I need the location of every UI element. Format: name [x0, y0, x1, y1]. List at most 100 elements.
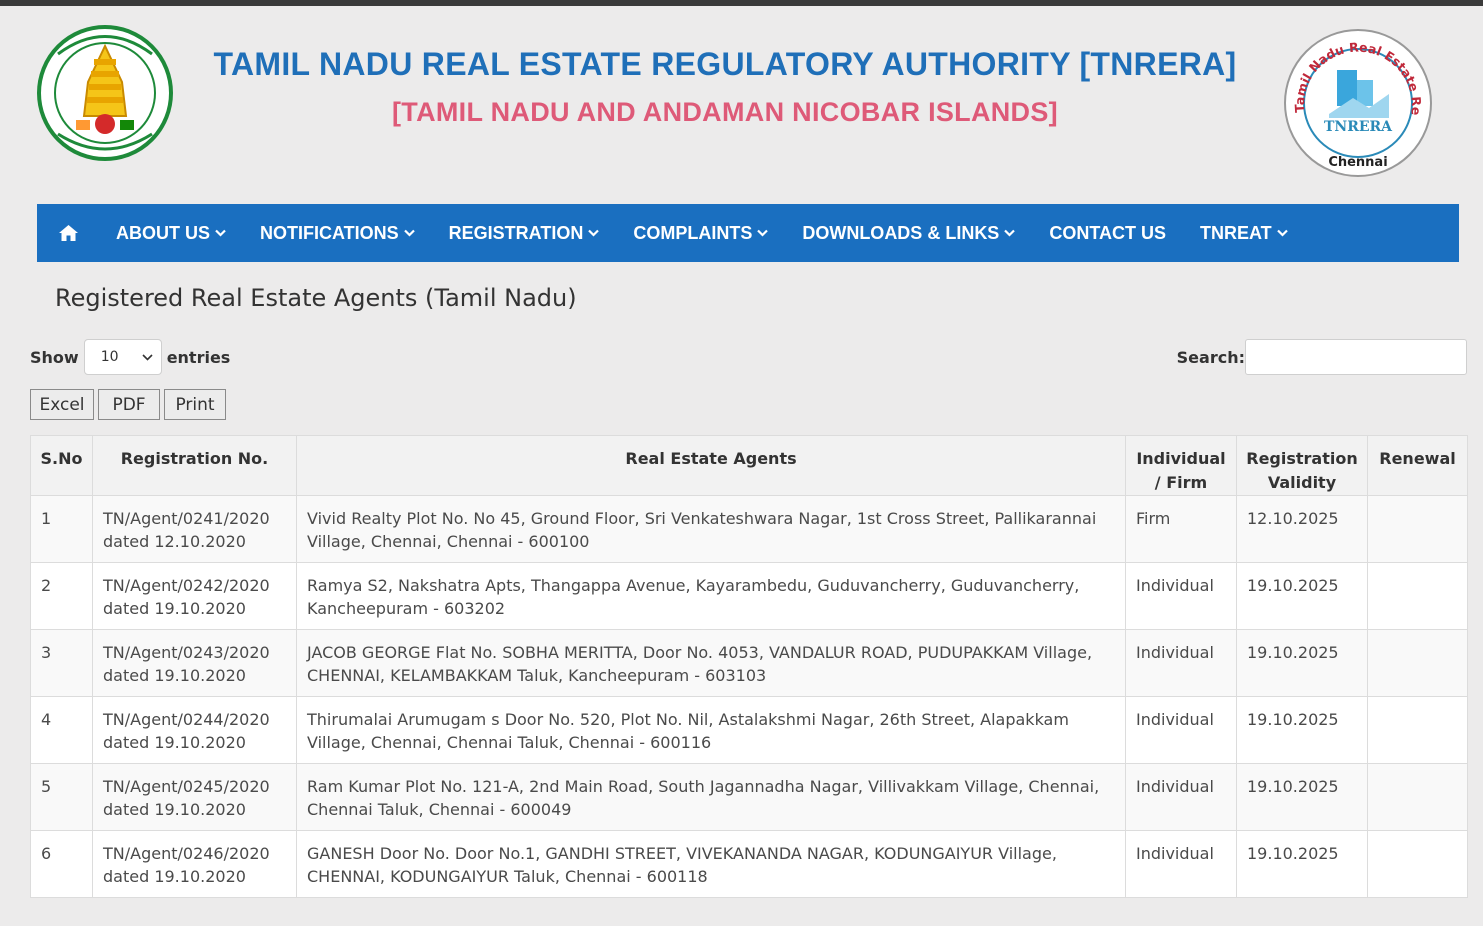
reg-number: TN/Agent/0246/2020	[103, 844, 270, 863]
chevron-down-icon	[1004, 229, 1016, 237]
cell-type: Individual	[1125, 830, 1237, 898]
col-header-individual-firm[interactable]: Individual / Firm	[1125, 435, 1237, 496]
reg-number: TN/Agent/0242/2020	[103, 576, 270, 595]
cell-type: Individual	[1125, 763, 1237, 831]
entries-value: 10	[100, 349, 119, 365]
cell-renewal	[1367, 562, 1468, 630]
chevron-down-icon	[588, 229, 600, 237]
nav-tnreat[interactable]: TNREAT	[1183, 204, 1305, 262]
table-row: 2 TN/Agent/0242/2020 dated 19.10.2020 Ram…	[30, 562, 1468, 630]
entries-select[interactable]: 10	[83, 339, 162, 375]
table-row: 1 TN/Agent/0241/2020 dated 12.10.2020 Viv…	[30, 495, 1468, 563]
cell-sno: 1	[30, 495, 93, 563]
reg-dated: dated 19.10.2020	[103, 599, 246, 618]
cell-renewal	[1367, 696, 1468, 764]
nav-about-us[interactable]: ABOUT US	[99, 204, 243, 262]
tamil-nadu-emblem-logo[interactable]	[36, 24, 174, 162]
reg-number: TN/Agent/0244/2020	[103, 710, 270, 729]
table-row: 4 TN/Agent/0244/2020 dated 19.10.2020 Thi…	[30, 696, 1468, 764]
cell-reg-no: TN/Agent/0243/2020 dated 19.10.2020	[92, 629, 297, 697]
entries-length-control: Show 10 entries	[30, 339, 230, 375]
cell-renewal	[1367, 629, 1468, 697]
cell-reg-no: TN/Agent/0246/2020 dated 19.10.2020	[92, 830, 297, 898]
nav-home-button[interactable]	[37, 204, 99, 262]
cell-validity: 19.10.2025	[1236, 629, 1368, 697]
nav-label: NOTIFICATIONS	[260, 222, 399, 243]
cell-type: Firm	[1125, 495, 1237, 563]
cell-type: Individual	[1125, 629, 1237, 697]
site-header: TAMIL NADU REAL ESTATE REGULATORY AUTHOR…	[0, 6, 1483, 196]
cell-agent: GANESH Door No. Door No.1, GANDHI STREET…	[296, 830, 1126, 898]
cell-renewal	[1367, 763, 1468, 831]
col-header-registration-no[interactable]: Registration No.	[92, 435, 297, 496]
col-header-renewal[interactable]: Renewal	[1367, 435, 1468, 496]
chevron-down-icon	[215, 229, 226, 237]
logo-city-text: Chennai	[1328, 155, 1387, 170]
cell-reg-no: TN/Agent/0245/2020 dated 19.10.2020	[92, 763, 297, 831]
cell-sno: 2	[30, 562, 93, 630]
reg-dated: dated 19.10.2020	[103, 867, 246, 886]
col-header-agents[interactable]: Real Estate Agents	[296, 435, 1126, 496]
nav-label: TNREAT	[1200, 222, 1272, 243]
cell-reg-no: TN/Agent/0242/2020 dated 19.10.2020	[92, 562, 297, 630]
cell-agent: Ramya S2, Nakshatra Apts, Thangappa Aven…	[296, 562, 1126, 630]
cell-validity: 19.10.2025	[1236, 696, 1368, 764]
nav-contact-us[interactable]: CONTACT US	[1032, 204, 1183, 262]
cell-validity: 12.10.2025	[1236, 495, 1368, 563]
search-input[interactable]	[1245, 339, 1467, 375]
tnrera-logo[interactable]: Tamil Nadu Real Estate Regulatory Author…	[1283, 28, 1433, 178]
table-header-row: S.No Registration No. Real Estate Agents…	[30, 435, 1468, 496]
col-header-sno[interactable]: S.No	[30, 435, 93, 496]
agents-table: S.No Registration No. Real Estate Agents…	[30, 435, 1468, 898]
table-row: 6 TN/Agent/0246/2020 dated 19.10.2020 GAN…	[30, 830, 1468, 898]
nav-notifications[interactable]: NOTIFICATIONS	[243, 204, 432, 262]
nav-label: REGISTRATION	[448, 222, 584, 243]
print-button[interactable]: Print	[164, 389, 226, 420]
cell-sno: 5	[30, 763, 93, 831]
excel-button[interactable]: Excel	[30, 389, 94, 420]
main-navbar: ABOUT US NOTIFICATIONS REGISTRATION COMP…	[37, 204, 1459, 262]
nav-downloads-links[interactable]: DOWNLOADS & LINKS	[785, 204, 1032, 262]
nav-registration[interactable]: REGISTRATION	[432, 204, 617, 262]
export-buttons: Excel PDF Print	[30, 389, 226, 420]
cell-type: Individual	[1125, 696, 1237, 764]
nav-complaints[interactable]: COMPLAINTS	[616, 204, 785, 262]
cell-renewal	[1367, 495, 1468, 563]
col-header-validity[interactable]: Registration Validity	[1236, 435, 1368, 496]
reg-dated: dated 19.10.2020	[103, 800, 246, 819]
pdf-button[interactable]: PDF	[98, 389, 160, 420]
cell-validity: 19.10.2025	[1236, 830, 1368, 898]
search-label: Search:	[1176, 347, 1245, 367]
cell-sno: 3	[30, 629, 93, 697]
cell-agent: Ram Kumar Plot No. 121-A, 2nd Main Road,…	[296, 763, 1126, 831]
reg-number: TN/Agent/0245/2020	[103, 777, 270, 796]
chevron-down-icon	[142, 353, 153, 361]
home-icon	[58, 225, 78, 241]
cell-type: Individual	[1125, 562, 1237, 630]
reg-dated: dated 12.10.2020	[103, 532, 246, 551]
nav-label: COMPLAINTS	[633, 222, 753, 243]
cell-agent: Thirumalai Arumugam s Door No. 520, Plot…	[296, 696, 1126, 764]
site-title: TAMIL NADU REAL ESTATE REGULATORY AUTHOR…	[213, 46, 1237, 82]
reg-number: TN/Agent/0243/2020	[103, 643, 270, 662]
reg-dated: dated 19.10.2020	[103, 733, 246, 752]
entries-label: entries	[166, 347, 231, 367]
logo-center-text: TNRERA	[1324, 119, 1393, 135]
reg-number: TN/Agent/0241/2020	[103, 509, 270, 528]
reg-dated: dated 19.10.2020	[103, 666, 246, 685]
cell-sno: 4	[30, 696, 93, 764]
chevron-down-icon	[757, 229, 769, 237]
cell-reg-no: TN/Agent/0241/2020 dated 12.10.2020	[92, 495, 297, 563]
cell-renewal	[1367, 830, 1468, 898]
nav-label: ABOUT US	[116, 222, 210, 243]
cell-sno: 6	[30, 830, 93, 898]
cell-agent: Vivid Realty Plot No. No 45, Ground Floo…	[296, 495, 1126, 563]
table-row: 5 TN/Agent/0245/2020 dated 19.10.2020 Ram…	[30, 763, 1468, 831]
cell-validity: 19.10.2025	[1236, 763, 1368, 831]
chevron-down-icon	[1276, 229, 1288, 237]
show-label: Show	[30, 347, 79, 367]
table-row: 3 TN/Agent/0243/2020 dated 19.10.2020 JAC…	[30, 629, 1468, 697]
chevron-down-icon	[403, 229, 415, 237]
page-title: Registered Real Estate Agents (Tamil Nad…	[55, 284, 577, 312]
nav-label: DOWNLOADS & LINKS	[802, 222, 1000, 243]
